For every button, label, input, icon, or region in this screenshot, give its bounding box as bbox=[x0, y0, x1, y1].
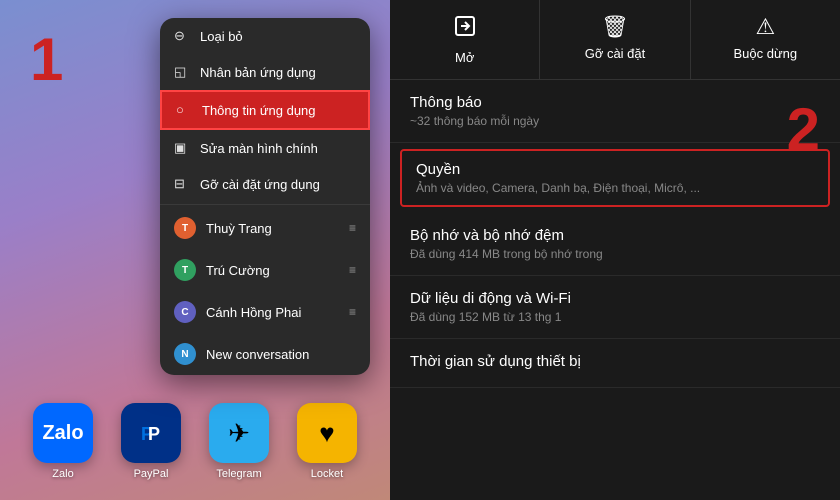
menu-item-nhan-ban[interactable]: ◱ Nhân bản ứng dụng bbox=[160, 54, 370, 90]
thong-bao-row[interactable]: Thông báo ~32 thông báo mỗi ngày bbox=[390, 80, 840, 143]
tru-cuong-avatar: T bbox=[174, 259, 196, 281]
menu-item-thong-tin[interactable]: ○ Thông tin ứng dụng bbox=[160, 90, 370, 130]
thuy-trang-avatar: T bbox=[174, 217, 196, 239]
paypal-label: PayPal bbox=[134, 468, 169, 480]
buoc-dung-button[interactable]: ⚠ Buộc dừng bbox=[691, 0, 840, 79]
context-menu: ⊖ Loại bỏ ◱ Nhân bản ứng dụng ○ Thông ti… bbox=[160, 18, 370, 375]
menu-item-go-cai-dat-app[interactable]: ⊟ Gỡ cài đặt ứng dụng bbox=[160, 166, 370, 202]
menu-item-tru-cuong[interactable]: T Trú Cường ≡ bbox=[160, 249, 370, 291]
menu-item-sua-man-hinh[interactable]: ▣ Sửa màn hình chính bbox=[160, 130, 370, 166]
menu-item-new-conversation[interactable]: N New conversation bbox=[160, 333, 370, 375]
buoc-dung-icon: ⚠ bbox=[755, 14, 775, 40]
mo-button[interactable]: Mở bbox=[390, 0, 540, 79]
new-conversation-avatar: N bbox=[174, 343, 196, 365]
du-lieu-title: Dữ liệu di động và Wi-Fi bbox=[410, 290, 820, 307]
zalo-icon: Zalo bbox=[33, 403, 93, 463]
thoi-gian-title: Thời gian sử dụng thiết bị bbox=[410, 353, 820, 370]
loai-bo-icon: ⊖ bbox=[174, 28, 190, 44]
drag-handle: ≡ bbox=[349, 221, 356, 235]
mo-label: Mở bbox=[455, 50, 474, 65]
menu-item-loai-bo[interactable]: ⊖ Loại bỏ bbox=[160, 18, 370, 54]
du-lieu-row[interactable]: Dữ liệu di động và Wi-Fi Đã dùng 152 MB … bbox=[390, 276, 840, 339]
action-bar: Mở 🗑 Gỡ cài đặt ⚠ Buộc dừng bbox=[390, 0, 840, 80]
canh-hong-phai-avatar: C bbox=[174, 301, 196, 323]
thoi-gian-row[interactable]: Thời gian sử dụng thiết bị bbox=[390, 339, 840, 388]
zalo-label: Zalo bbox=[52, 468, 73, 480]
app-dock: Zalo Zalo PP PayPal ✈ Telegram ♥ Locket bbox=[0, 403, 390, 480]
quyen-title: Quyền bbox=[416, 161, 814, 178]
du-lieu-subtitle: Đã dùng 152 MB từ 13 thg 1 bbox=[410, 310, 820, 324]
menu-item-canh-hong-phai[interactable]: C Cánh Hồng Phai ≡ bbox=[160, 291, 370, 333]
thong-bao-title: Thông báo bbox=[410, 94, 820, 111]
tru-cuong-label: Trú Cường bbox=[206, 263, 270, 278]
go-cai-dat-label: Gỡ cài đặt ứng dụng bbox=[200, 177, 320, 192]
bo-nho-subtitle: Đã dùng 414 MB trong bộ nhớ trong bbox=[410, 247, 820, 261]
new-conversation-label: New conversation bbox=[206, 347, 309, 362]
quyen-subtitle: Ảnh và video, Camera, Danh bạ, Điện thoạ… bbox=[416, 181, 814, 195]
canh-hong-phai-label: Cánh Hồng Phai bbox=[206, 305, 301, 320]
locket-label: Locket bbox=[311, 468, 343, 480]
drag-handle-3: ≡ bbox=[349, 305, 356, 319]
dock-item-zalo[interactable]: Zalo Zalo bbox=[33, 403, 93, 480]
left-panel: 1 ⊖ Loại bỏ ◱ Nhân bản ứng dụng ○ Thông … bbox=[0, 0, 390, 500]
quyen-row[interactable]: Quyền Ảnh và video, Camera, Danh bạ, Điệ… bbox=[400, 149, 830, 207]
info-section: Thông báo ~32 thông báo mỗi ngày Quyền Ả… bbox=[390, 80, 840, 388]
step-1-label: 1 bbox=[30, 30, 63, 90]
thong-tin-label: Thông tin ứng dụng bbox=[202, 103, 316, 118]
telegram-icon: ✈ bbox=[209, 403, 269, 463]
go-cai-dat-btn-label: Gỡ cài đặt bbox=[585, 46, 646, 61]
bo-nho-row[interactable]: Bộ nhớ và bộ nhớ đệm Đã dùng 414 MB tron… bbox=[390, 213, 840, 276]
paypal-icon: PP bbox=[121, 403, 181, 463]
sua-man-hinh-label: Sửa màn hình chính bbox=[200, 141, 318, 156]
sua-man-hinh-icon: ▣ bbox=[174, 140, 190, 156]
go-cai-dat-btn-icon: 🗑 bbox=[601, 14, 629, 40]
dock-item-paypal[interactable]: PP PayPal bbox=[121, 403, 181, 480]
mo-icon bbox=[453, 14, 477, 44]
nhan-ban-label: Nhân bản ứng dụng bbox=[200, 65, 316, 80]
dock-item-locket[interactable]: ♥ Locket bbox=[297, 403, 357, 480]
menu-item-thuy-trang[interactable]: T Thuỳ Trang ≡ bbox=[160, 207, 370, 249]
dock-item-telegram[interactable]: ✈ Telegram bbox=[209, 403, 269, 480]
right-panel: 2 Mở 🗑 Gỡ cài đặt ⚠ Buộc dừng Thông báo … bbox=[390, 0, 840, 500]
nhan-ban-icon: ◱ bbox=[174, 64, 190, 80]
locket-icon: ♥ bbox=[297, 403, 357, 463]
thong-tin-icon: ○ bbox=[176, 102, 192, 118]
drag-handle-2: ≡ bbox=[349, 263, 356, 277]
telegram-label: Telegram bbox=[216, 468, 261, 480]
loai-bo-label: Loại bỏ bbox=[200, 29, 243, 44]
svg-text:P: P bbox=[148, 424, 160, 444]
bo-nho-title: Bộ nhớ và bộ nhớ đệm bbox=[410, 227, 820, 244]
go-cai-dat-button[interactable]: 🗑 Gỡ cài đặt bbox=[540, 0, 690, 79]
thong-bao-subtitle: ~32 thông báo mỗi ngày bbox=[410, 114, 820, 128]
thuy-trang-label: Thuỳ Trang bbox=[206, 221, 272, 236]
buoc-dung-label: Buộc dừng bbox=[734, 46, 798, 61]
menu-divider bbox=[160, 204, 370, 205]
step-2-label: 2 bbox=[787, 100, 820, 160]
go-cai-dat-icon: ⊟ bbox=[174, 176, 190, 192]
